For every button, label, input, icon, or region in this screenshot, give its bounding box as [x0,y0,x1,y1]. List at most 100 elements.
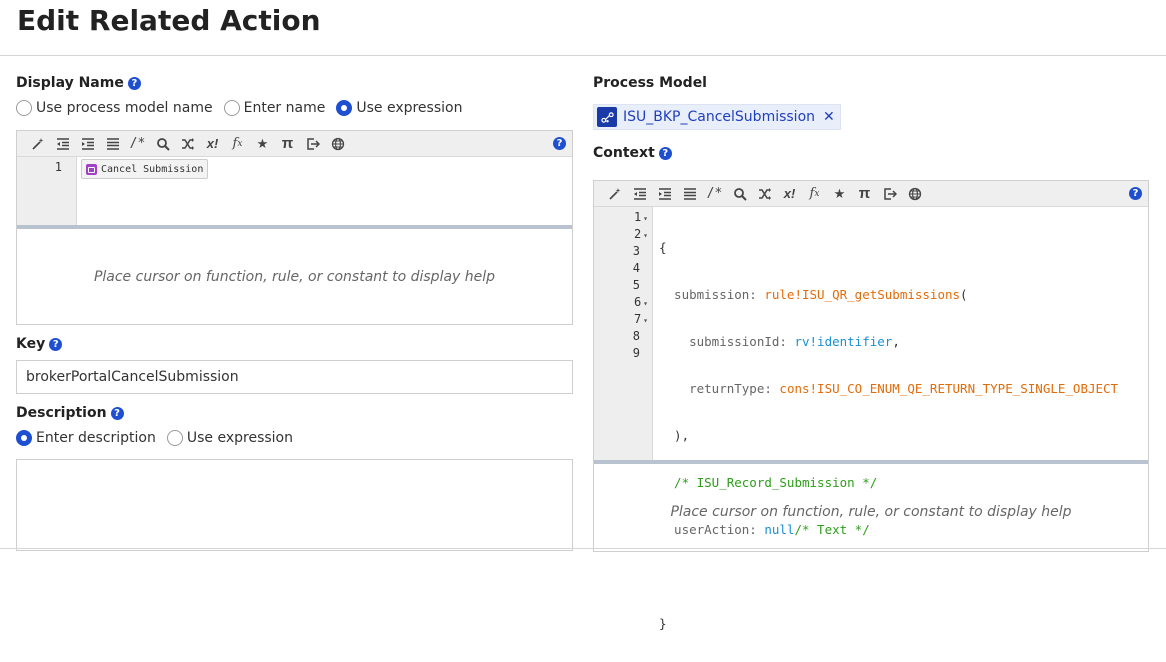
editor-toolbar: /* x! fx ★ π ? [17,131,572,157]
expression-chip[interactable]: Cancel Submission [81,159,209,179]
radio-enter-description[interactable]: Enter description [16,430,156,446]
code-line: } [659,616,667,631]
format-icon[interactable] [677,183,702,205]
code-area[interactable]: 1 Cancel Submission [17,157,572,225]
star-icon[interactable]: ★ [827,183,852,205]
globe-icon[interactable] [902,183,927,205]
radio-label: Enter name [243,100,326,116]
process-model-chip[interactable]: ISU_BKP_CancelSubmission ✕ [593,104,841,130]
function-icon[interactable]: fx [802,183,827,205]
comment-icon[interactable]: /* [702,183,727,205]
line-number: 6 ▾ [633,295,648,309]
variable-icon[interactable]: x! [200,133,225,155]
chip-label: Cancel Submission [101,163,204,175]
code-text[interactable]: { submission: rule!ISU_QR_getSubmissions… [653,207,1119,631]
magic-wand-icon[interactable] [25,133,50,155]
page-title: Edit Related Action [17,4,321,37]
editor-help-panel: Place cursor on function, rule, or const… [17,229,572,324]
header-divider [0,55,1166,56]
code-line: submissionId: rv!identifier, [659,334,900,349]
line-number: 8 [632,329,640,343]
radio-use-expression[interactable]: Use expression [336,100,462,116]
code-line: { [659,240,667,255]
line-number: 1 ▾ [633,210,648,224]
context-label: Context [593,145,655,161]
magic-wand-icon[interactable] [602,183,627,205]
description-label-row: Description ? [16,405,124,421]
editor-help-icon[interactable]: ? [553,137,566,150]
description-help-icon[interactable]: ? [110,406,124,420]
variable-icon[interactable]: x! [777,183,802,205]
description-textarea[interactable] [16,459,573,551]
code-line: /* ISU_Record_Submission */ [659,475,878,490]
line-number: 5 [632,278,640,292]
line-gutter: 1 ▾ 2 ▾ 3 4 5 6 ▾ 7 ▾ 8 9 [594,207,653,460]
indent-icon[interactable] [652,183,677,205]
display-name-label-row: Display Name ? [16,75,141,91]
radio-label: Use expression [356,100,463,116]
line-number: 2 ▾ [633,227,648,241]
radio-button[interactable] [16,100,32,116]
code-line: ), [659,428,690,443]
shuffle-icon[interactable] [175,133,200,155]
editor-toolbar: /* x! fx ★ π ? [594,181,1148,207]
context-expression-editor: /* x! fx ★ π ? 1▾ 2▾ 3 4 5 6▾ 7▾ 8 9 [593,180,1149,631]
description-label: Description [16,405,107,421]
shuffle-icon[interactable] [752,183,777,205]
key-value: brokerPortalCancelSubmission [26,369,239,385]
footer-divider [0,548,1166,549]
search-icon[interactable] [727,183,752,205]
line-number: 9 [632,346,640,360]
display-name-expression-editor: /* x! fx ★ π ? 1 Cancel Submission Place… [16,130,573,325]
line-number: 3 [632,244,640,258]
code-area[interactable]: 1 ▾ 2 ▾ 3 4 5 6 ▾ 7 ▾ 8 9 { submission: rule… [594,207,1148,631]
radio-button[interactable] [16,430,32,446]
code-line: returnType: cons!ISU_CO_ENUM_QE_RETURN_T… [659,381,1119,396]
radio-use-process-model-name[interactable]: Use process model name [16,100,213,116]
remove-process-model-icon[interactable]: ✕ [823,109,835,125]
constant-pi-icon[interactable]: π [275,133,300,155]
globe-icon[interactable] [325,133,350,155]
outdent-icon[interactable] [50,133,75,155]
function-icon[interactable]: fx [225,133,250,155]
translation-string-icon [86,163,97,175]
process-model-name[interactable]: ISU_BKP_CancelSubmission [623,109,815,125]
line-number: 7 ▾ [633,312,648,326]
key-help-icon[interactable]: ? [49,337,63,351]
context-label-row: Context ? [593,145,672,161]
export-icon[interactable] [300,133,325,155]
process-model-icon [597,107,617,127]
line-number: 4 [632,261,640,275]
radio-enter-name[interactable]: Enter name [223,100,326,116]
display-name-help-icon[interactable]: ? [127,76,141,90]
radio-description-use-expression[interactable]: Use expression [166,430,293,446]
context-help-icon[interactable]: ? [658,146,672,160]
key-label: Key [16,336,46,352]
line-number: 1 [54,160,62,174]
format-icon[interactable] [100,133,125,155]
comment-icon[interactable]: /* [125,133,150,155]
constant-pi-icon[interactable]: π [852,183,877,205]
star-icon[interactable]: ★ [250,133,275,155]
process-model-label-row: Process Model [593,75,707,91]
radio-label: Use process model name [36,100,213,116]
editor-help-icon[interactable]: ? [1129,187,1142,200]
radio-button[interactable] [336,100,353,116]
display-name-options: Use process model name Enter name Use ex… [16,100,473,116]
key-label-row: Key ? [16,336,63,352]
export-icon[interactable] [877,183,902,205]
display-name-label: Display Name [16,75,124,91]
indent-icon[interactable] [75,133,100,155]
line-gutter: 1 [17,157,77,225]
code-line: userAction: null/* Text */ [659,522,870,537]
key-input[interactable]: brokerPortalCancelSubmission [16,360,573,394]
process-model-label: Process Model [593,75,707,91]
radio-button[interactable] [166,430,183,446]
radio-label: Enter description [36,430,156,446]
outdent-icon[interactable] [627,183,652,205]
help-panel-text: Place cursor on function, rule, or const… [93,268,496,285]
radio-button[interactable] [223,100,240,116]
description-options: Enter description Use expression [16,430,304,446]
search-icon[interactable] [150,133,175,155]
